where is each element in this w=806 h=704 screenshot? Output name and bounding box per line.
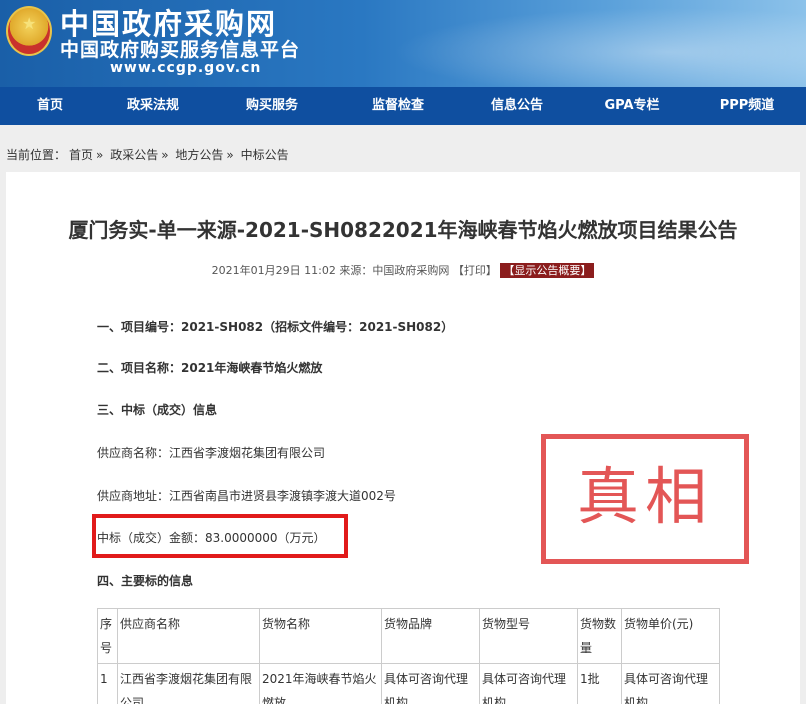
site-subtitle: 中国政府购买服务信息平台 [60,39,301,61]
supplier-name: 供应商名称：江西省李渡烟花集团有限公司 [97,446,326,460]
table-header-cell: 供应商名称 [117,608,260,664]
table-cell: 2021年海峡春节焰火燃放 [259,663,382,704]
table-row: 1 江西省李渡烟花集团有限公司 2021年海峡春节焰火燃放 具体可咨询代理机构 … [97,663,720,704]
breadcrumb-sep: » [161,148,169,162]
table-cell: 1 [97,663,118,704]
table-header-cell: 货物数量 [577,608,622,664]
main-nav: 首页 政采法规 购买服务 监督检查 信息公告 GPA专栏 PPP频道 [0,87,806,125]
supplier-address: 供应商地址：江西省南昌市进贤县李渡镇李渡大道002号 [97,489,396,503]
nav-item-regulations[interactable]: 政采法规 [100,87,206,125]
table-header-cell: 货物型号 [479,608,578,664]
table-header-cell: 货物单价(元) [621,608,720,664]
table-header-cell: 货物名称 [259,608,382,664]
nav-item-notices[interactable]: 信息公告 [458,87,576,125]
table-cell: 具体可咨询代理机构 [621,663,720,704]
article-meta: 2021年01月29日 11:02 来源：中国政府采购网 【打印】 【显示公告概… [6,262,800,278]
table-cell: 具体可咨询代理机构 [479,663,578,704]
nav-item-supervision[interactable]: 监督检查 [338,87,458,125]
nav-item-gpa[interactable]: GPA专栏 [576,87,688,125]
article-source: 来源：中国政府采购网 [339,264,450,277]
breadcrumb-prefix: 当前位置： [6,148,67,162]
table-cell: 具体可咨询代理机构 [381,663,480,704]
breadcrumb-award[interactable]: 中标公告 [241,148,289,162]
nav-item-services[interactable]: 购买服务 [206,87,338,125]
table-cell: 江西省李渡烟花集团有限公司 [117,663,260,704]
national-emblem-icon: ★ [6,6,52,56]
items-table: 序号 供应商名称 货物名称 货物品牌 货物型号 货物数量 货物单价(元) 1 江… [97,608,720,704]
result-heading: 三、中标（成交）信息 [97,403,218,417]
breadcrumb-home[interactable]: 首页 [69,148,93,162]
table-cell: 1批 [577,663,622,704]
banner-decoration [346,0,806,87]
nav-item-ppp[interactable]: PPP频道 [688,87,806,125]
main-items-heading: 四、主要标的信息 [97,574,194,588]
breadcrumb-local[interactable]: 地方公告 [175,148,223,162]
show-summary-button[interactable]: 【显示公告概要】 [500,263,595,278]
print-link[interactable]: 【打印】 [453,264,497,277]
nav-item-home[interactable]: 首页 [0,87,100,125]
breadcrumb-procurement[interactable]: 政采公告 [110,148,158,162]
breadcrumb-sep: » [226,148,234,162]
article-title: 厦门务实-单一来源-2021-SH0822021年海峡春节焰火燃放项目结果公告 [68,218,738,242]
truth-stamp: 真相 [541,434,749,564]
article-panel: 厦门务实-单一来源-2021-SH0822021年海峡春节焰火燃放项目结果公告 … [6,172,800,704]
site-banner: ★ 中国政府采购网 中国政府购买服务信息平台 www.ccgp.gov.cn [0,0,806,87]
table-header-cell: 序号 [97,608,118,664]
breadcrumb-sep: » [96,148,104,162]
publish-date: 2021年01月29日 11:02 [211,264,336,277]
table-header-row: 序号 供应商名称 货物名称 货物品牌 货物型号 货物数量 货物单价(元) [97,608,720,664]
site-url[interactable]: www.ccgp.gov.cn [110,60,261,76]
amount-highlight-box [92,514,348,558]
project-number: 一、项目编号：2021-SH082（招标文件编号：2021-SH082） [97,320,454,334]
breadcrumb: 当前位置： 首页» 政采公告» 地方公告» 中标公告 [6,146,292,163]
stamp-text: 真相 [576,460,713,533]
site-title[interactable]: 中国政府采购网 [60,8,277,40]
project-name: 二、项目名称：2021年海峡春节焰火燃放 [97,361,323,375]
table-header-cell: 货物品牌 [381,608,480,664]
